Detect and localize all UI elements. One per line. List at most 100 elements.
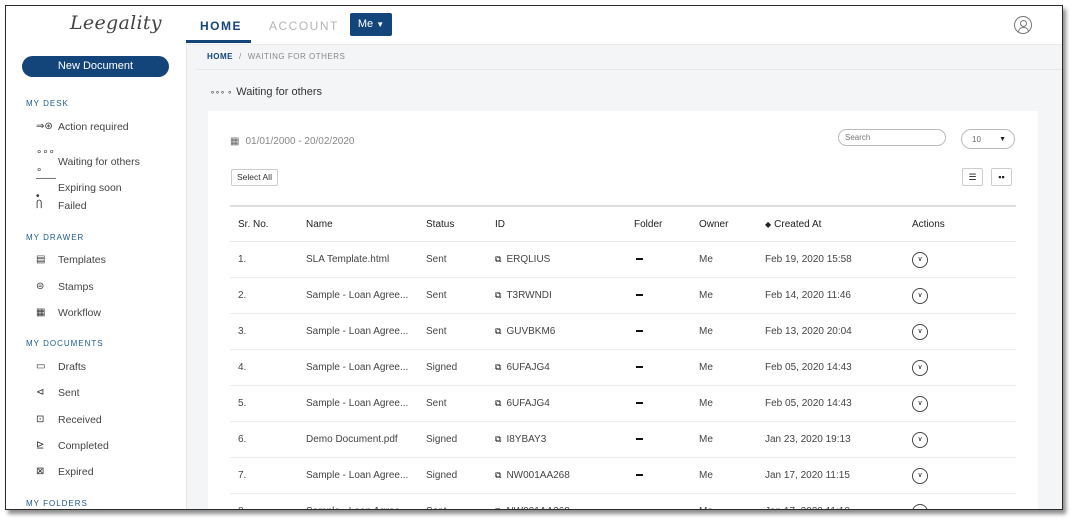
- row-created-at: Feb 14, 2020 11:46: [765, 277, 912, 314]
- row-owner: Me: [699, 385, 765, 422]
- row-owner: Me: [699, 241, 765, 278]
- row-actions: ∨: [912, 385, 1016, 422]
- chevron-down-icon[interactable]: ∨: [912, 395, 928, 412]
- copy-icon[interactable]: ⧉: [495, 470, 501, 480]
- row-created-at: Feb 19, 2020 15:58: [765, 241, 912, 278]
- row-folder: [634, 421, 699, 458]
- row-actions: ∨: [912, 241, 1016, 278]
- table-row[interactable]: 3. Sample - Loan Agree... Sent ⧉ GUVBKM6 Me Fe…: [230, 313, 1016, 350]
- sidebar-item-expired[interactable]: ⊠ Expired: [36, 463, 181, 481]
- breadcrumb-home[interactable]: HOME: [207, 52, 233, 61]
- sidebar-item-stamps[interactable]: ⊜ Stamps: [36, 278, 181, 296]
- sidebar-item-drafts[interactable]: ▭ Drafts: [36, 358, 181, 376]
- row-owner: Me: [699, 457, 765, 494]
- caret-down-icon: ▼: [376, 20, 385, 29]
- row-owner: Me: [699, 277, 765, 314]
- tab-home[interactable]: HOME: [200, 19, 242, 33]
- caret-down-icon: ▼: [999, 136, 1006, 143]
- row-owner: Me: [699, 349, 765, 386]
- sidebar: Leegality New Document MY DESK ⇒⊛ Action …: [6, 6, 187, 509]
- row-sr-no: 3.: [230, 313, 306, 350]
- copy-icon[interactable]: ⧉: [495, 362, 501, 372]
- table-row[interactable]: 1. SLA Template.html Sent ⧉ ERQLIUS Me Feb 19,…: [230, 241, 1016, 278]
- document-id: NW001AA268: [506, 506, 569, 509]
- grid-view-icon[interactable]: ▪▪: [991, 168, 1012, 186]
- sidebar-item-received[interactable]: ⊡ Received: [36, 411, 181, 429]
- table-row[interactable]: 5. Sample - Loan Agree... Sent ⧉ 6UFAJG4 Me Fe…: [230, 385, 1016, 422]
- row-id: ⧉ NW001AA268: [495, 493, 634, 509]
- app-logo[interactable]: Leegality: [70, 12, 162, 34]
- sidebar-item-failed[interactable]: Ⴖ Failed: [36, 197, 181, 215]
- copy-icon[interactable]: ⧉: [495, 434, 501, 444]
- chevron-down-icon[interactable]: ∨: [912, 323, 928, 340]
- row-actions: ∨: [912, 421, 1016, 458]
- active-tab-indicator: [186, 40, 251, 43]
- row-id: ⧉ T3RWNDI: [495, 277, 634, 314]
- col-actions: Actions: [912, 205, 1016, 242]
- new-document-button[interactable]: New Document: [22, 56, 169, 77]
- page-size-select[interactable]: 10 ▼: [961, 129, 1015, 149]
- sidebar-item-action-required[interactable]: ⇒⊛ Action required: [36, 118, 181, 136]
- empty-folder-dash: [636, 402, 643, 405]
- sidebar-item-workflow[interactable]: ▦ Workflow: [36, 304, 181, 322]
- page-title-text: Waiting for others: [236, 86, 323, 98]
- table-row[interactable]: 4. Sample - Loan Agree... Signed ⧉ 6UFAJG4 Me…: [230, 349, 1016, 386]
- table-row[interactable]: 6. Demo Document.pdf Signed ⧉ I8YBAY3 Me Jan 2…: [230, 421, 1016, 458]
- chevron-down-icon[interactable]: ∨: [912, 359, 928, 376]
- copy-icon[interactable]: ⧉: [495, 398, 501, 408]
- sent-icon: ⊲: [36, 387, 45, 399]
- copy-icon[interactable]: ⧉: [495, 254, 501, 264]
- user-avatar-icon[interactable]: [1014, 16, 1032, 34]
- me-dropdown-button[interactable]: Me ▼: [350, 13, 392, 36]
- failed-icon: Ⴖ: [36, 200, 43, 212]
- row-sr-no: 1.: [230, 241, 306, 278]
- row-status: Sent: [426, 493, 495, 509]
- row-folder: [634, 457, 699, 494]
- row-actions: ∨: [912, 349, 1016, 386]
- search-input[interactable]: [838, 129, 946, 146]
- copy-icon[interactable]: ⧉: [495, 290, 501, 300]
- chevron-down-icon[interactable]: ∨: [912, 251, 928, 268]
- empty-folder-dash: [636, 258, 643, 261]
- chevron-down-icon[interactable]: ∨: [912, 287, 928, 304]
- expired-icon: ⊠: [36, 466, 45, 478]
- section-my-drawer: MY DRAWER: [26, 233, 85, 242]
- date-range-filter[interactable]: ▦ 01/01/2000 - 20/02/2020: [230, 136, 354, 147]
- section-my-folders: MY FOLDERS: [26, 499, 88, 508]
- row-name: Sample - Loan Agree...: [306, 349, 426, 386]
- document-id: NW001AA268: [506, 470, 570, 481]
- tab-account[interactable]: ACCOUNT: [269, 19, 339, 33]
- list-view-icon[interactable]: ☰: [962, 168, 983, 186]
- copy-icon[interactable]: ⧉: [495, 326, 501, 336]
- top-header: HOME ACCOUNT Me ▼: [186, 6, 1062, 45]
- row-id: ⧉ ERQLIUS: [495, 241, 634, 278]
- sidebar-item-expiring-soon[interactable]: ——•Expiring soon: [36, 170, 181, 202]
- row-created-at: Jan 17, 2020 11:15: [765, 457, 912, 494]
- copy-icon[interactable]: ⧉: [495, 506, 501, 509]
- select-all-button[interactable]: Select All: [231, 169, 278, 186]
- table-row[interactable]: 7. Sample - Loan Agree... Signed ⧉ NW001AA26…: [230, 457, 1016, 494]
- col-sr-no: Sr. No.: [230, 205, 306, 242]
- workflow-icon: ▦: [36, 307, 46, 319]
- row-status: Sent: [426, 313, 495, 350]
- sidebar-item-sent[interactable]: ⊲ Sent: [36, 384, 181, 402]
- row-created-at: Jan 17, 2020 11:10: [765, 493, 912, 509]
- col-created-at[interactable]: ◆ Created At: [765, 205, 912, 242]
- sidebar-item-templates[interactable]: ▤ Templates: [36, 251, 181, 269]
- row-created-at: Feb 13, 2020 20:04: [765, 313, 912, 350]
- documents-card: ▦01/01/2000 - 20/02/2020 10▼ Select All …: [208, 111, 1038, 509]
- row-status: Sent: [426, 241, 495, 278]
- sort-icon: ◆: [765, 219, 772, 229]
- sidebar-item-completed[interactable]: ⊵ Completed: [36, 437, 181, 455]
- date-range-text: 01/01/2000 - 20/02/2020: [245, 136, 355, 147]
- table-row[interactable]: 8.Sample - Loan Agree...Sent⧉ NW001AA268 M…: [230, 493, 1016, 509]
- row-name: Sample - Loan Agree...: [306, 493, 426, 509]
- chevron-down-icon[interactable]: ∨: [912, 467, 928, 484]
- completed-icon: ⊵: [36, 440, 45, 452]
- chevron-down-icon[interactable]: ∨: [912, 431, 928, 448]
- table-row[interactable]: 2. Sample - Loan Agree... Sent ⧉ T3RWNDI Me Fe…: [230, 277, 1016, 314]
- sidebar-item-waiting-for-others[interactable]: ∘∘∘ ∘Waiting for others: [36, 144, 181, 176]
- row-name: Sample - Loan Agree...: [306, 385, 426, 422]
- row-name: Sample - Loan Agree...: [306, 277, 426, 314]
- chevron-down-icon[interactable]: ∨: [912, 503, 928, 509]
